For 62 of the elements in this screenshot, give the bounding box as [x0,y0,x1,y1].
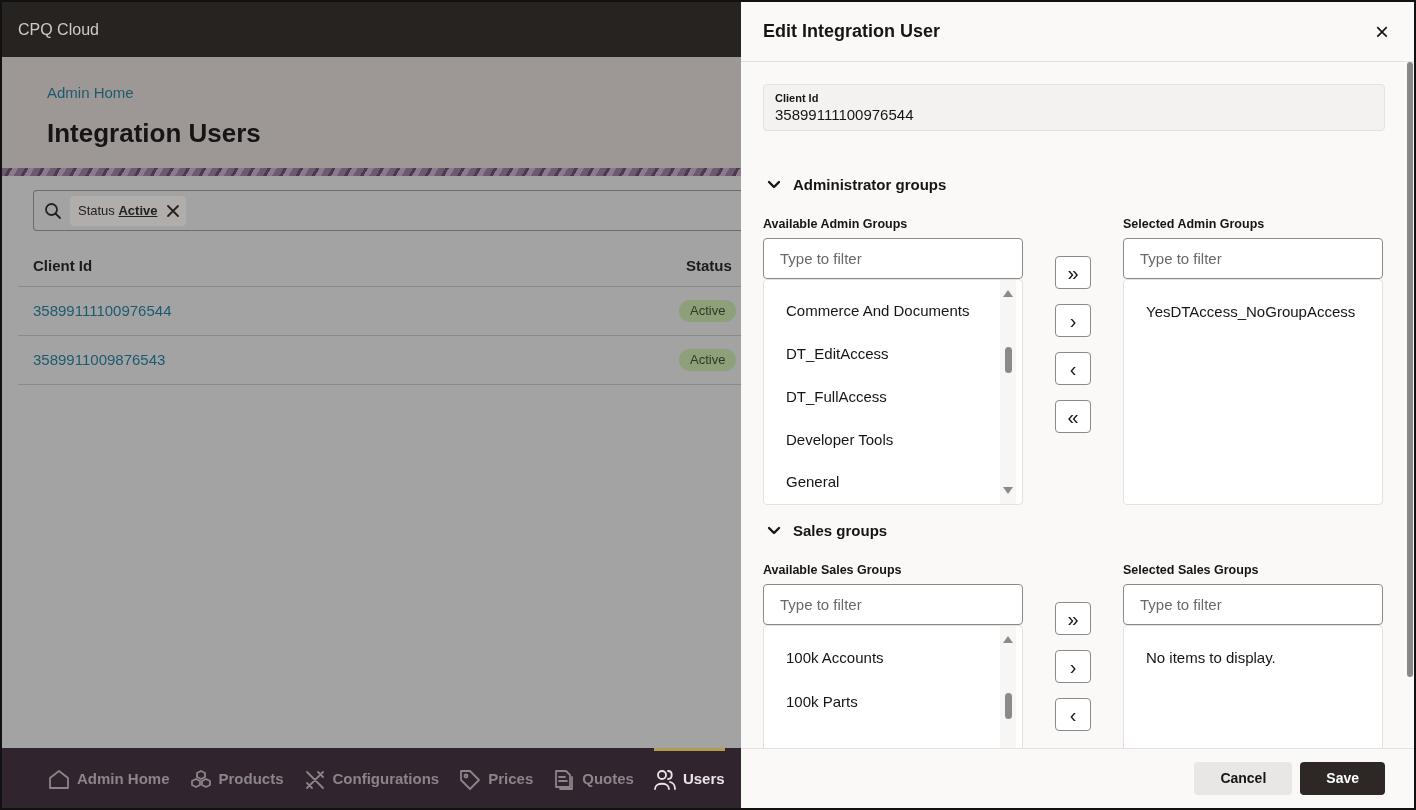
list-item[interactable]: 100k Parts [786,680,1000,724]
cubes-icon [189,768,212,791]
nav-tab[interactable]: Prices [459,748,534,808]
list-item[interactable]: General [786,461,1000,504]
column-header: Status [686,256,732,277]
scroll-down-icon [1003,487,1013,494]
list-item[interactable]: DT_FullAccess [786,375,1000,419]
nav-tab[interactable]: Admin Home [48,748,170,808]
filter-field[interactable]: Type to filter [763,238,1023,279]
list-item[interactable]: YesDTAccess_NoGroupAccess [1146,290,1382,334]
users-icon [653,768,676,791]
scrollbar[interactable] [1407,62,1413,677]
filter-chip-label: Status Active [78,201,158,220]
shuttle-button[interactable]: ‹ [1055,698,1091,731]
list-label: Selected Admin Groups [1123,216,1266,232]
search-bar[interactable]: Status Active [33,190,743,231]
empty-message: No items to display. [1146,647,1277,668]
status-badge: Active [679,349,737,371]
filter-field[interactable]: Type to filter [1123,584,1383,625]
save-button[interactable]: Save [1300,762,1385,795]
list-label: Available Admin Groups [763,216,909,232]
home-icon [48,768,70,791]
filter-field[interactable]: Type to filter [763,584,1023,625]
section-toggle[interactable]: Sales groups [763,518,1385,544]
shuttle-button[interactable]: ‹ [1055,352,1091,385]
section-toggle[interactable]: Administrator groups [763,172,1385,198]
shuttle-button[interactable]: › [1055,304,1091,337]
field-value: 35899111100976544 [775,105,915,125]
nav-tab[interactable]: Products [189,748,284,808]
search-icon [44,201,62,220]
shuttle-button[interactable]: › [1055,650,1091,683]
status-badge: Active [679,300,737,322]
list-label: Selected Sales Groups [1123,562,1260,578]
list-item[interactable]: Developer Tools [786,418,1000,462]
shuttle-button[interactable]: » [1055,602,1091,635]
list-label: Available Sales Groups [763,562,903,578]
column-header: Client Id [33,256,94,277]
nav-tab[interactable]: Quotes [553,748,634,808]
app-title: CPQ Cloud [18,19,99,40]
shuttle-button[interactable]: » [1055,256,1091,289]
list-item[interactable]: Commerce And Documents [786,290,1000,333]
list-item[interactable]: DT_EditAccess [786,332,1000,376]
close-button[interactable]: × [1370,19,1394,44]
tag-icon [459,768,482,791]
list-item[interactable]: 100k Accounts [786,636,1000,680]
field-label: Client Id [775,91,820,105]
tools-icon [303,768,326,791]
scroll-up-icon [1003,290,1013,297]
filter-chip[interactable]: Status Active [70,195,186,226]
page-title: Integration Users [47,117,262,149]
filter-field[interactable]: Type to filter [1123,238,1383,279]
drawer-title: Edit Integration User [763,20,941,43]
scroll-thumb[interactable] [1004,347,1012,373]
list-scrollbar[interactable] [1000,280,1016,504]
shuttle-button[interactable]: « [1055,400,1091,433]
nav-tab[interactable]: Users [653,748,725,808]
document-icon [553,768,576,791]
close-icon [165,203,180,218]
cancel-button[interactable]: Cancel [1194,762,1293,795]
scroll-up-icon [1003,636,1013,643]
scroll-thumb[interactable] [1004,693,1012,719]
nav-tab[interactable]: Configurations [303,748,440,808]
